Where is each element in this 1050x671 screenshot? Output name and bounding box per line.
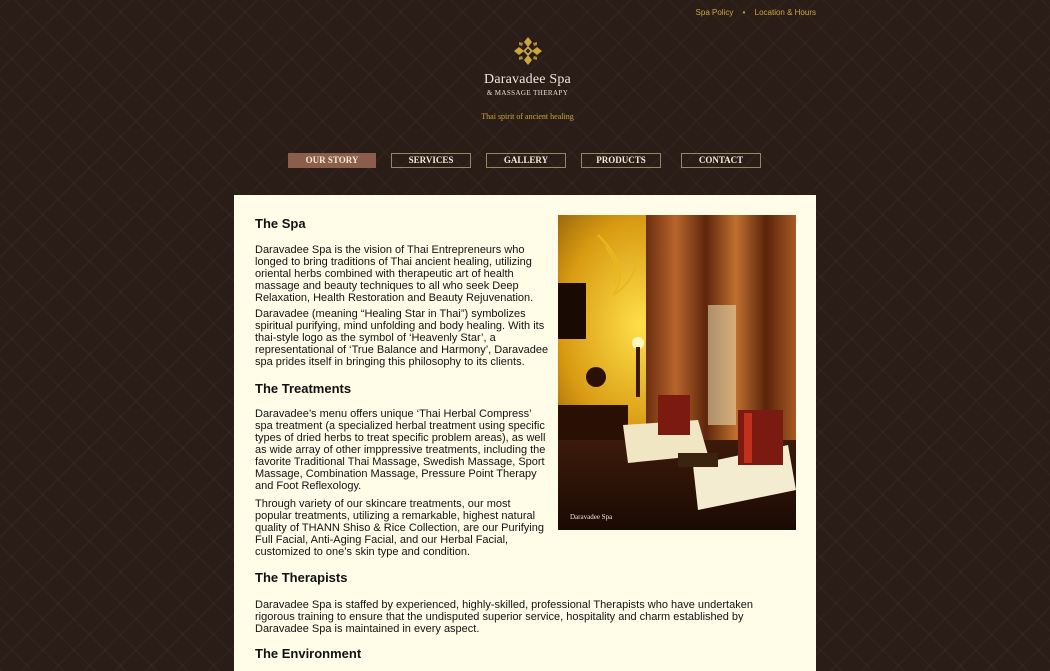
treatments-paragraph-1: Daravadee’s menu offers unique ‘Thai Her… xyxy=(255,408,546,492)
environment-heading: The Environment xyxy=(255,646,362,661)
spa-room-photo: Daravadee Spa xyxy=(558,215,796,530)
treatments-heading: The Treatments xyxy=(255,381,352,396)
top-links: Spa Policy • Location & Hours xyxy=(696,8,816,17)
nav-item-contact[interactable]: CONTACT xyxy=(681,153,761,168)
nav-item-our-story[interactable]: OUR STORY xyxy=(288,153,376,168)
spa-policy-link[interactable]: Spa Policy xyxy=(696,8,734,17)
spa-room-image: Daravadee Spa xyxy=(558,215,796,530)
link-separator: • xyxy=(742,8,746,17)
therapists-heading: The Therapists xyxy=(255,570,348,585)
spa-paragraph-2: Daravadee (meaning “Healing Star in Thai… xyxy=(255,308,549,368)
main-content: The Spa Daravadee Spa is the vision of T… xyxy=(234,195,816,671)
spa-paragraph-1: Daravadee Spa is the vision of Thai Entr… xyxy=(255,244,534,304)
nav-item-products[interactable]: PRODUCTS xyxy=(581,153,661,168)
location-hours-link[interactable]: Location & Hours xyxy=(755,8,816,17)
photo-caption: Daravadee Spa xyxy=(570,513,613,521)
nav-item-services[interactable]: SERVICES xyxy=(391,153,471,168)
nav-item-gallery[interactable]: GALLERY xyxy=(486,153,566,168)
treatments-paragraph-2: Through variety of our skincare treatmen… xyxy=(255,498,544,558)
spa-heading: The Spa xyxy=(255,216,306,231)
tagline: Thai spirit of ancient healing xyxy=(481,112,574,121)
therapists-paragraph-1: Daravadee Spa is staffed by experienced,… xyxy=(255,599,753,635)
brand-name: Daravadee Spa xyxy=(484,72,571,87)
daravadee-logo-icon[interactable] xyxy=(513,36,543,66)
brand-subtitle: & MASSAGE THERAPY xyxy=(486,89,569,97)
